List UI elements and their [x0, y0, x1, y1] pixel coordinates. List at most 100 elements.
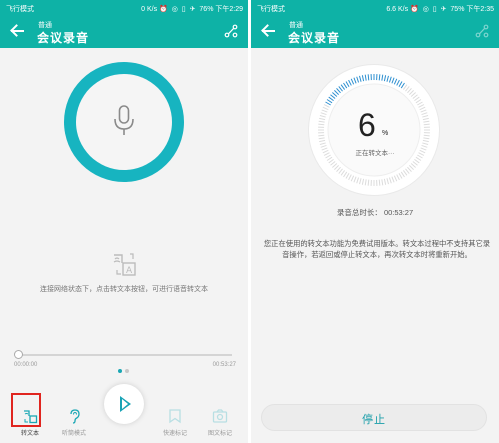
transcribe-hint: 连接网络状态下，点击转文本按钮，可进行语音转文本 — [40, 286, 208, 293]
progress-tick — [330, 161, 336, 166]
progress-tick — [398, 173, 403, 179]
page-title: 会议录音 — [37, 31, 90, 45]
progress-tick-active — [345, 81, 350, 87]
progress-tick — [419, 106, 426, 111]
progress-tick — [345, 173, 350, 179]
progress-percent-unit: % — [382, 130, 389, 137]
progress-tick — [422, 115, 429, 118]
progress-tick — [386, 178, 389, 185]
progress-tick — [414, 158, 420, 164]
progress-tick — [364, 179, 367, 186]
page-indicator-dot-active — [118, 369, 122, 373]
app-bar: 普通 会议录音 — [0, 16, 248, 48]
progress-tick-active — [338, 86, 343, 92]
progress-tick-active — [386, 75, 389, 82]
progress-tick-active — [328, 96, 334, 102]
progress-status-text: 正在转文本··· — [355, 150, 395, 157]
playback-time-current: 00:00:00 — [14, 362, 38, 368]
progress-tick-active — [393, 78, 398, 85]
progress-tick — [318, 123, 325, 126]
back-arrow-icon[interactable] — [259, 21, 279, 41]
progress-tick-active — [348, 79, 352, 86]
progress-tick — [367, 179, 370, 186]
progress-tick-active — [340, 84, 346, 90]
progress-tick — [350, 175, 355, 182]
ear-icon — [70, 409, 80, 424]
progress-tick — [412, 161, 418, 166]
progress-tick — [405, 86, 410, 92]
progress-tick — [340, 170, 346, 176]
bookmark-icon — [169, 409, 181, 424]
progress-tick — [422, 117, 429, 121]
progress-tick-active — [326, 99, 333, 104]
progress-tick — [361, 178, 365, 185]
progress-tick — [422, 139, 429, 143]
quick-mark-button[interactable]: 快速标记 — [155, 392, 195, 442]
progress-tick — [356, 177, 360, 184]
status-time: 下午2:29 — [215, 6, 243, 13]
progress-tick-active — [334, 90, 339, 95]
stop-button-label: 停止 — [362, 414, 386, 426]
progress-tick-active — [359, 75, 362, 82]
progress-tick-active — [400, 82, 405, 89]
image-mark-button[interactable]: 图文标记 — [200, 392, 240, 442]
progress-tick-active — [353, 77, 357, 84]
progress-tick-active — [383, 75, 387, 82]
progress-tick — [323, 104, 330, 108]
status-time: 下午2:35 — [466, 6, 494, 13]
playback-progress-bar[interactable] — [18, 354, 232, 356]
progress-tick — [393, 175, 398, 182]
progress-tick — [407, 166, 412, 172]
progress-tick-active — [361, 75, 365, 82]
progress-tick — [318, 120, 325, 123]
progress-tick — [409, 165, 414, 170]
status-speed: 6.6 K/s — [386, 6, 409, 13]
progress-tick — [423, 137, 430, 140]
progress-tick — [422, 142, 429, 145]
progress-tick — [328, 158, 334, 164]
playback-time-total: 00:53:27 — [212, 362, 236, 368]
progress-tick — [319, 139, 326, 143]
svg-text:A: A — [126, 266, 133, 276]
back-arrow-icon[interactable] — [8, 21, 28, 41]
progress-tick — [415, 99, 422, 104]
progress-tick — [423, 134, 430, 137]
playback-progress-thumb[interactable] — [14, 350, 23, 359]
earpiece-mode-button[interactable]: 听筒模式 — [54, 392, 94, 442]
progress-tick-active — [336, 88, 341, 94]
progress-tick — [410, 92, 416, 97]
quick-mark-label: 快速标记 — [162, 431, 187, 437]
status-bar: 飞行模式 0 K/s ⏰ ◎ ▯ ✈ 76% 下午2:29 — [0, 0, 248, 16]
stop-button[interactable]: 停止 — [261, 404, 487, 431]
status-carrier: 飞行模式 — [6, 6, 34, 13]
progress-tick — [318, 134, 325, 137]
progress-tick — [321, 109, 328, 113]
microphone-icon — [114, 105, 134, 135]
progress-tick — [405, 168, 410, 174]
app-bar: 普通 会议录音 — [251, 16, 499, 48]
play-button[interactable] — [104, 384, 144, 424]
transcribing-screen: 飞行模式 6.6 K/s ⏰ ◎ ▯ ✈ 75% 下午2:35 普通 会议录音 … — [251, 0, 499, 443]
progress-tick-active — [343, 82, 348, 89]
highlight-annotation-box — [11, 393, 41, 427]
progress-tick — [410, 163, 416, 168]
recorder-detail-screen: 飞行模式 0 K/s ⏰ ◎ ▯ ✈ 76% 下午2:29 普通 会议录音 A — [0, 0, 248, 443]
progress-tick-active — [381, 74, 384, 81]
progress-tick — [421, 112, 428, 116]
progress-tick — [332, 163, 338, 168]
progress-tick-active — [398, 81, 403, 87]
progress-tick — [348, 174, 352, 181]
progress-tick — [391, 176, 395, 183]
progress-tick — [353, 176, 357, 183]
progress-tick — [338, 168, 343, 174]
progress-tick-active — [364, 74, 367, 81]
page-title: 会议录音 — [288, 31, 341, 45]
page-indicator — [118, 369, 130, 374]
progress-percent-value: 6 — [358, 107, 376, 143]
status-battery: 75% — [450, 6, 465, 13]
progress-tick — [420, 109, 427, 113]
share-icon — [475, 24, 489, 38]
share-icon[interactable] — [224, 24, 238, 38]
progress-tick — [400, 171, 405, 178]
progress-tick — [319, 115, 326, 118]
